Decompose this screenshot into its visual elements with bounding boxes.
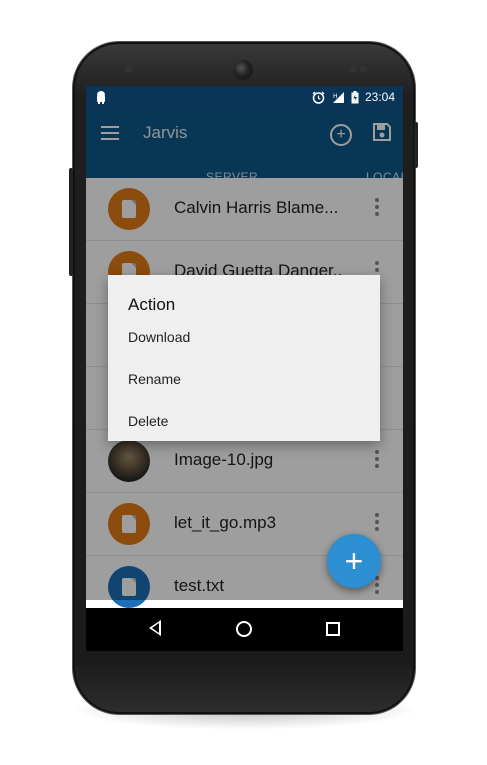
back-icon-inner <box>152 623 159 633</box>
add-fab-button[interactable]: + <box>327 534 381 588</box>
signal-icon: H <box>332 91 344 103</box>
svg-text:H: H <box>333 93 338 100</box>
dialog-item-download[interactable]: Download <box>128 329 190 345</box>
system-nav-bar <box>86 608 403 651</box>
android-notification-icon <box>97 91 105 104</box>
dialog-title: Action <box>128 295 176 314</box>
proximity-sensor <box>125 66 132 73</box>
status-time: 23:04 <box>364 90 395 104</box>
dialog-item-rename[interactable]: Rename <box>128 371 181 387</box>
action-dialog: Action Download Rename Delete <box>108 275 380 441</box>
home-icon[interactable] <box>236 621 252 637</box>
alarm-icon <box>312 91 325 104</box>
plus-icon: + <box>344 543 364 579</box>
screen: H 23:04 Jarvis + SERVER LOCAL <box>86 86 403 651</box>
front-camera <box>233 60 253 80</box>
dialog-item-delete[interactable]: Delete <box>128 413 168 429</box>
volume-button <box>69 168 73 276</box>
power-button <box>414 122 418 168</box>
light-sensor <box>350 66 357 73</box>
light-sensor-2 <box>360 66 367 73</box>
recents-icon[interactable] <box>326 622 340 636</box>
status-bar: H 23:04 <box>86 86 403 110</box>
battery-icon <box>351 90 359 103</box>
